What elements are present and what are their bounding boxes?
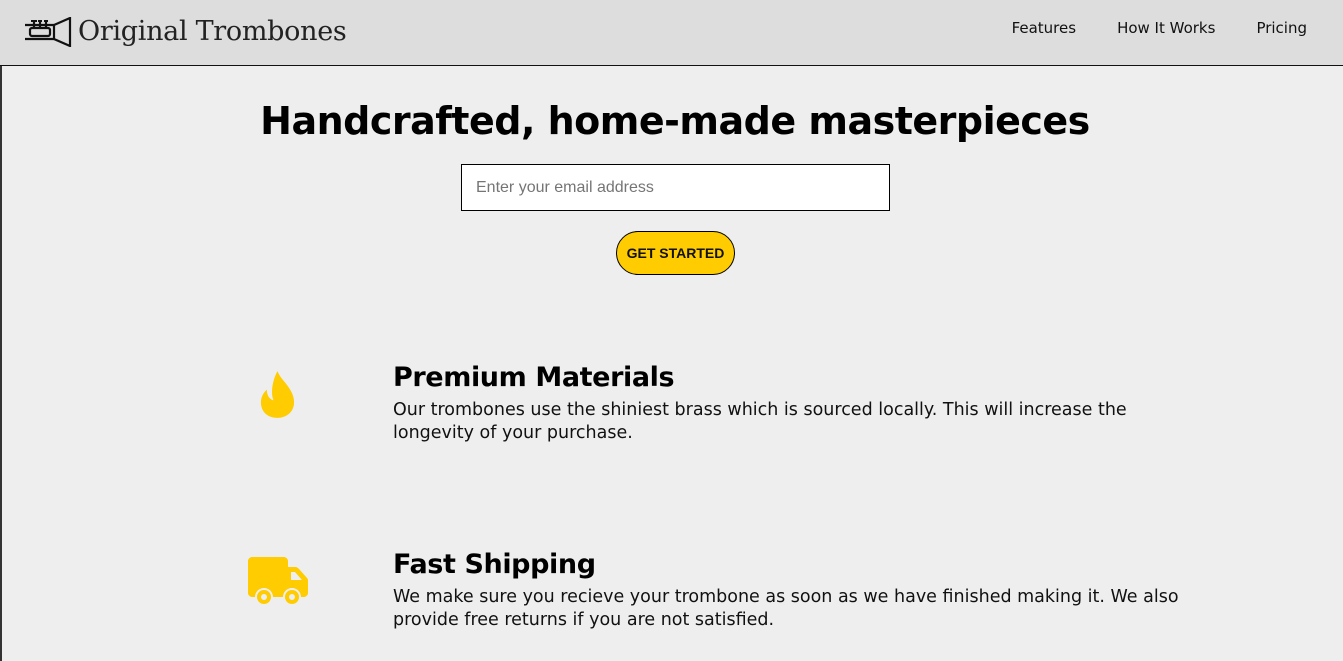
nav-link-features[interactable]: Features [1012, 19, 1077, 37]
site-header: Original Trombones Features How It Works… [0, 0, 1343, 66]
main-nav: Features How It Works Pricing [971, 0, 1307, 56]
feature-title: Premium Materials [393, 362, 675, 393]
feature-description: We make sure you recieve your trombone a… [393, 587, 1179, 630]
feature-description: Our trombones use the shiniest brass whi… [393, 400, 1127, 443]
hero-title: Handcrafted, home-made masterpieces [260, 99, 1090, 143]
logo-text: Original Trombones [78, 16, 347, 47]
trombone-logo-icon [25, 17, 72, 47]
get-started-button[interactable]: GET STARTED [616, 231, 735, 275]
nav-link-how-it-works[interactable]: How It Works [1117, 19, 1215, 37]
feature-title: Fast Shipping [393, 549, 596, 580]
page-left-border [0, 66, 2, 661]
nav-link-pricing[interactable]: Pricing [1256, 19, 1307, 37]
fire-icon [260, 371, 295, 418]
truck-icon [248, 557, 308, 604]
email-input[interactable] [461, 164, 890, 211]
logo[interactable]: Original Trombones [24, 13, 347, 51]
